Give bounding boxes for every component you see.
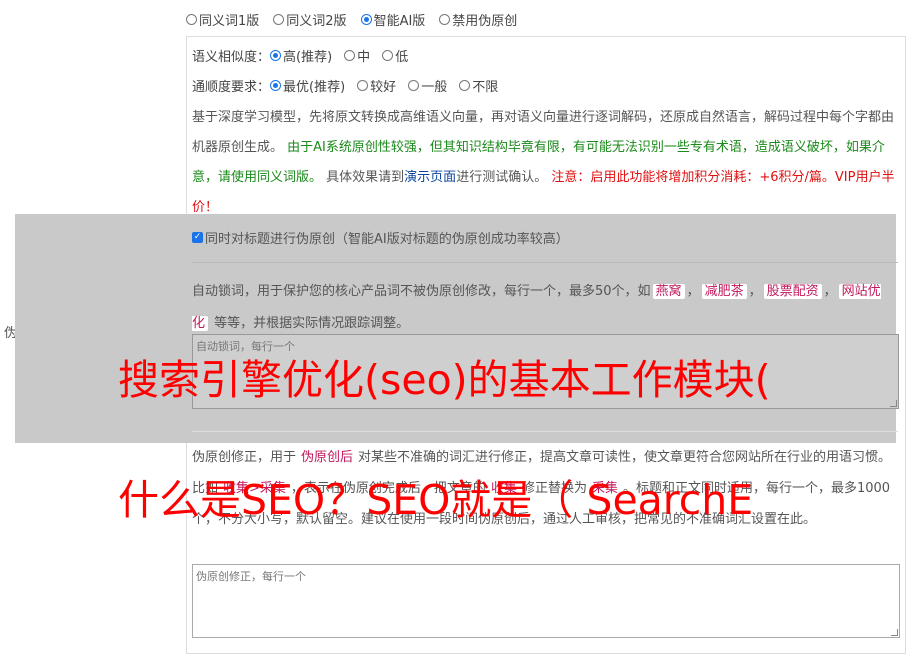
checkbox-checked-icon[interactable]: ✓ bbox=[192, 232, 203, 243]
similarity-option-label: 中 bbox=[357, 49, 371, 65]
radio-unchecked-icon[interactable] bbox=[344, 49, 356, 61]
radio-checked-icon[interactable] bbox=[270, 49, 282, 61]
divider bbox=[192, 431, 898, 432]
ai-description: 基于深度学习模型，先将原文转换成高维语义向量，再对语义向量进行逐词解码，还原成自… bbox=[192, 103, 897, 223]
fluency-option-2[interactable]: 一般 bbox=[408, 76, 447, 95]
similarity-option-0[interactable]: 高(推荐) bbox=[270, 46, 332, 65]
fluency-row: 通顺度要求： 最优(推荐) 较好 一般 不限 bbox=[192, 75, 504, 95]
similarity-label: 语义相似度： bbox=[192, 49, 271, 65]
demo-link[interactable]: 演示页面 bbox=[404, 170, 456, 185]
overlay-headline-2: 什么是SEO？SEO就是（ SearchE bbox=[118, 476, 754, 524]
divider bbox=[192, 262, 898, 263]
similarity-option-label: 低 bbox=[395, 49, 409, 65]
radio-unchecked-icon[interactable] bbox=[459, 79, 471, 91]
similarity-option-1[interactable]: 中 bbox=[344, 46, 370, 65]
version-option-2[interactable]: 智能AI版 bbox=[360, 10, 426, 29]
similarity-option-label: 高(推荐) bbox=[283, 49, 333, 65]
version-option-label: 禁用伪原创 bbox=[452, 13, 518, 29]
tag-example: 股票配资 bbox=[763, 284, 822, 299]
radio-unchecked-icon[interactable] bbox=[357, 79, 369, 91]
lock-words-text-2: 等等，并根据实际情况跟踪调整。 bbox=[214, 316, 410, 331]
radio-unchecked-icon[interactable] bbox=[408, 79, 420, 91]
title-rewrite-label: 同时对标题进行伪原创（智能AI版对标题的伪原创成功率较高） bbox=[205, 232, 569, 247]
version-radio-group: 同义词1版 同义词2版 智能AI版 禁用伪原创 bbox=[186, 8, 523, 30]
radio-checked-icon[interactable] bbox=[360, 13, 372, 25]
lock-words-text: 自动锁词，用于保护您的核心产品词不被伪原创修改，每行一个，最多50个，如 bbox=[192, 284, 651, 299]
version-option-1[interactable]: 同义词2版 bbox=[273, 10, 347, 29]
radio-unchecked-icon[interactable] bbox=[439, 13, 451, 25]
lock-words-placeholder: 自动锁词，每行一个 bbox=[196, 340, 295, 353]
resize-handle-icon[interactable] bbox=[890, 400, 897, 407]
version-option-0[interactable]: 同义词1版 bbox=[186, 10, 259, 29]
fix-text-1: 伪原创修正，用于 bbox=[192, 450, 297, 465]
fluency-option-label: 最优(推荐) bbox=[283, 79, 346, 95]
radio-unchecked-icon[interactable] bbox=[186, 13, 197, 25]
title-rewrite-checkbox[interactable]: ✓ 同时对标题进行伪原创（智能AI版对标题的伪原创成功率较高） bbox=[192, 228, 569, 247]
tag-example: 减肥茶 bbox=[701, 284, 747, 299]
fluency-option-label: 一般 bbox=[421, 79, 448, 95]
fluency-option-3[interactable]: 不限 bbox=[459, 76, 498, 95]
resize-handle-icon[interactable] bbox=[891, 629, 898, 636]
radio-checked-icon[interactable] bbox=[270, 79, 282, 91]
tag-example: 燕窝 bbox=[652, 284, 685, 299]
fix-words-placeholder: 伪原创修正，每行一个 bbox=[196, 570, 306, 583]
fluency-option-1[interactable]: 较好 bbox=[357, 76, 396, 95]
overlay-headline-1: 搜索引擎优化(seo)的基本工作模块( bbox=[118, 356, 771, 404]
version-option-label: 智能AI版 bbox=[373, 13, 426, 29]
fluency-option-label: 较好 bbox=[370, 79, 397, 95]
radio-unchecked-icon[interactable] bbox=[273, 13, 285, 25]
version-option-label: 同义词1版 bbox=[199, 13, 260, 29]
similarity-option-2[interactable]: 低 bbox=[382, 46, 408, 65]
fluency-option-label: 不限 bbox=[472, 79, 499, 95]
tag-example: 伪原创后 bbox=[298, 450, 357, 465]
version-option-label: 同义词2版 bbox=[286, 13, 347, 29]
fluency-label: 通顺度要求： bbox=[192, 79, 271, 95]
fix-words-input[interactable]: 伪原创修正，每行一个 bbox=[192, 564, 900, 638]
version-option-3[interactable]: 禁用伪原创 bbox=[439, 10, 517, 29]
description-text-3: 进行测试确认。 bbox=[456, 170, 548, 185]
description-text-2: 具体效果请到 bbox=[326, 170, 405, 185]
fluency-option-0[interactable]: 最优(推荐) bbox=[270, 76, 345, 95]
radio-unchecked-icon[interactable] bbox=[382, 49, 394, 61]
lock-words-description: 自动锁词，用于保护您的核心产品词不被伪原创修改，每行一个，最多50个，如 燕窝，减… bbox=[192, 284, 881, 331]
similarity-row: 语义相似度： 高(推荐) 中 低 bbox=[192, 45, 414, 65]
